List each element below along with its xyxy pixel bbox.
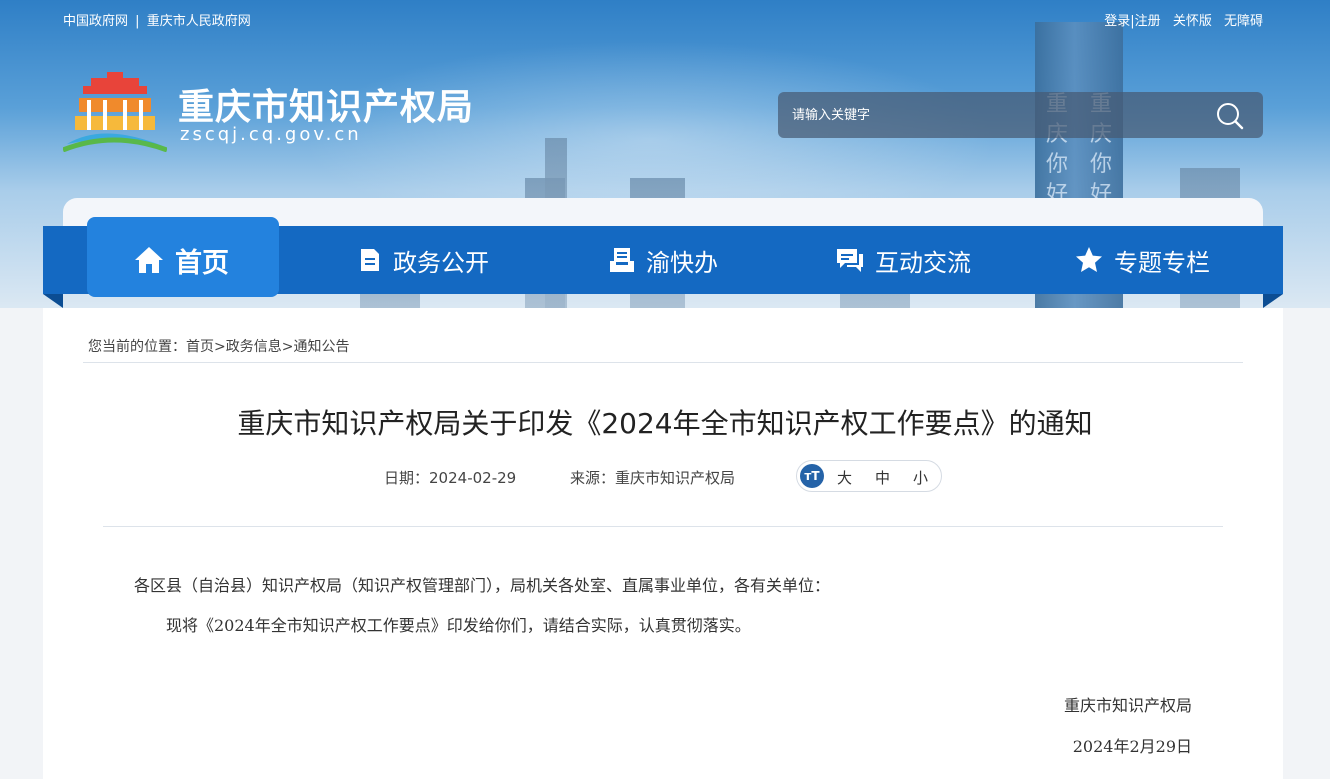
search-icon[interactable] [1215,101,1245,131]
font-size-icon: тT [800,464,824,488]
article-date: 日期：2024-02-29 [384,467,516,488]
nav-item-home[interactable]: 首页 [133,226,229,294]
site-title[interactable]: 重庆市知识产权局 [178,78,474,130]
nav-item-gov-affairs[interactable]: 政务公开 [357,226,489,294]
accessibility-link[interactable]: 无障碍 [1224,14,1263,29]
nav-fold-left [43,294,63,308]
search-box [778,92,1263,138]
nav-label: 首页 [175,247,229,279]
breadcrumb-separator: > [281,339,294,355]
nav-item-special-topics[interactable]: 专题专栏 [1074,226,1210,294]
site-logo-icon[interactable] [63,72,167,152]
nav-label: 渝快办 [646,248,718,277]
search-input[interactable] [792,104,1192,126]
nav-label: 互动交流 [875,248,971,277]
tray-icon [610,248,634,272]
external-links: 中国政府网 | 重庆市人民政府网 [63,10,251,29]
breadcrumb-home[interactable]: 首页 [186,339,214,355]
article-paragraph: 现将《2024年全市知识产权工作要点》印发给你们，请结合实际，认真贯彻落实。 [166,616,751,635]
article-title: 重庆市知识产权局关于印发《2024年全市知识产权工作要点》的通知 [237,407,1093,440]
breadcrumb-gov-info[interactable]: 政务信息 [226,339,282,355]
breadcrumb-prefix: 您当前的位置： [88,339,186,355]
nav-item-yukuaiban[interactable]: 渝快办 [608,226,718,294]
nav-item-interaction[interactable]: 互动交流 [835,226,971,294]
article-salutation: 各区县（自治县）知识产权局（知识产权管理部门），局机关各处室、直属事业单位，各有… [134,576,831,595]
chat-icon [837,249,863,272]
breadcrumb-separator: > [214,339,226,355]
breadcrumb: 您当前的位置：首页>政务信息>通知公告 [88,336,349,356]
link-city-gov[interactable]: 重庆市人民政府网 [147,14,251,29]
date-label: 日期： [384,469,430,487]
care-mode-link[interactable]: 关怀版 [1173,14,1212,29]
separator: | [135,14,140,29]
nav-label: 专题专栏 [1114,248,1210,277]
font-small-button[interactable]: 小 [913,467,928,488]
breadcrumb-divider [83,362,1243,363]
source-label: 来源： [570,469,616,487]
top-utility-bar: 中国政府网 | 重庆市人民政府网 登录|注册 关怀版 无障碍 [63,10,1263,29]
nav-label: 政务公开 [393,248,489,277]
date-value: 2024-02-29 [429,469,517,487]
breadcrumb-notices[interactable]: 通知公告 [293,339,349,355]
meta-divider [103,526,1223,527]
document-icon [361,249,379,271]
source-value: 重庆市知识产权局 [615,469,736,487]
star-icon [1076,247,1102,272]
link-central-gov[interactable]: 中国政府网 [63,14,128,29]
login-register-link[interactable]: 登录|注册 [1104,14,1160,29]
article-source: 来源：重庆市知识产权局 [570,467,735,488]
font-size-switcher: тT 大 中 小 [796,460,942,492]
article-signature: 重庆市知识产权局 [1063,696,1192,715]
site-domain: zscqj.cq.gov.cn [180,124,362,145]
font-large-button[interactable]: 大 [837,467,852,488]
home-icon [135,247,163,273]
nav-fold-right [1263,294,1283,308]
font-medium-button[interactable]: 中 [875,467,890,488]
user-links: 登录|注册 关怀版 无障碍 [1104,10,1263,29]
article-sign-date: 2024年2月29日 [1072,737,1192,756]
